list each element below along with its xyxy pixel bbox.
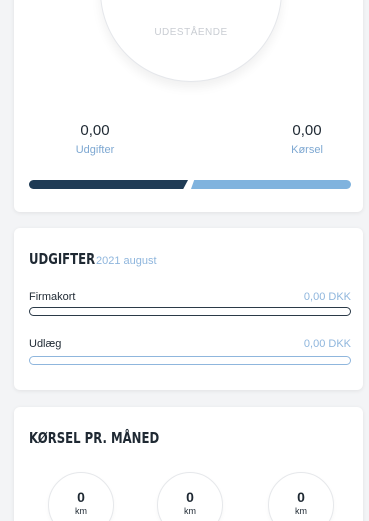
split-bar-expenses xyxy=(29,180,188,189)
month-km-unit: km xyxy=(75,506,87,516)
expenses-total: 0,00 xyxy=(80,122,110,139)
summary-card: UDESTÅENDE 0,00 Udgifter 0,00 Kørsel xyxy=(14,0,363,212)
expenses-card[interactable]: UDGIFTER 2021 august Firmakort 0,00 DKK … xyxy=(14,228,363,390)
firmakort-progress xyxy=(29,307,351,316)
driving-total: 0,00 xyxy=(292,122,322,139)
month-circle[interactable]: 0 km xyxy=(157,472,223,521)
month-circle[interactable]: 0 km xyxy=(268,472,334,521)
driving-card[interactable]: KØRSEL PR. MÅNED 0 km 0 km 0 km xyxy=(14,407,363,521)
split-bar-driving xyxy=(191,180,351,189)
expenses-title: UDGIFTER xyxy=(29,250,96,268)
driving-metric-label: Kørsel xyxy=(291,144,323,156)
month-km-value: 0 xyxy=(297,489,305,505)
outstanding-label: UDESTÅENDE xyxy=(154,27,228,38)
driving-title: KØRSEL PR. MÅNED xyxy=(29,429,160,447)
month-km-value: 0 xyxy=(186,489,194,505)
expenses-metric-label: Udgifter xyxy=(75,144,115,156)
month-circle[interactable]: 0 km xyxy=(48,472,114,521)
expenses-period: 2021 august xyxy=(96,255,157,267)
month-km-value: 0 xyxy=(77,489,85,505)
outstanding-donut: UDESTÅENDE xyxy=(100,0,282,82)
udlaeg-progress xyxy=(29,356,351,365)
month-km-unit: km xyxy=(295,506,307,516)
split-bar xyxy=(29,180,351,189)
app-screen: UDESTÅENDE 0,00 Udgifter 0,00 Kørsel UDG… xyxy=(0,0,369,521)
udlaeg-label: Udlæg xyxy=(29,338,62,350)
udlaeg-value: 0,00 DKK xyxy=(303,338,351,350)
driving-metric: 0,00 Kørsel xyxy=(272,122,342,156)
month-km-unit: km xyxy=(184,506,196,516)
expenses-metric: 0,00 Udgifter xyxy=(60,122,130,156)
firmakort-label: Firmakort xyxy=(29,291,76,303)
firmakort-value: 0,00 DKK xyxy=(303,291,351,303)
